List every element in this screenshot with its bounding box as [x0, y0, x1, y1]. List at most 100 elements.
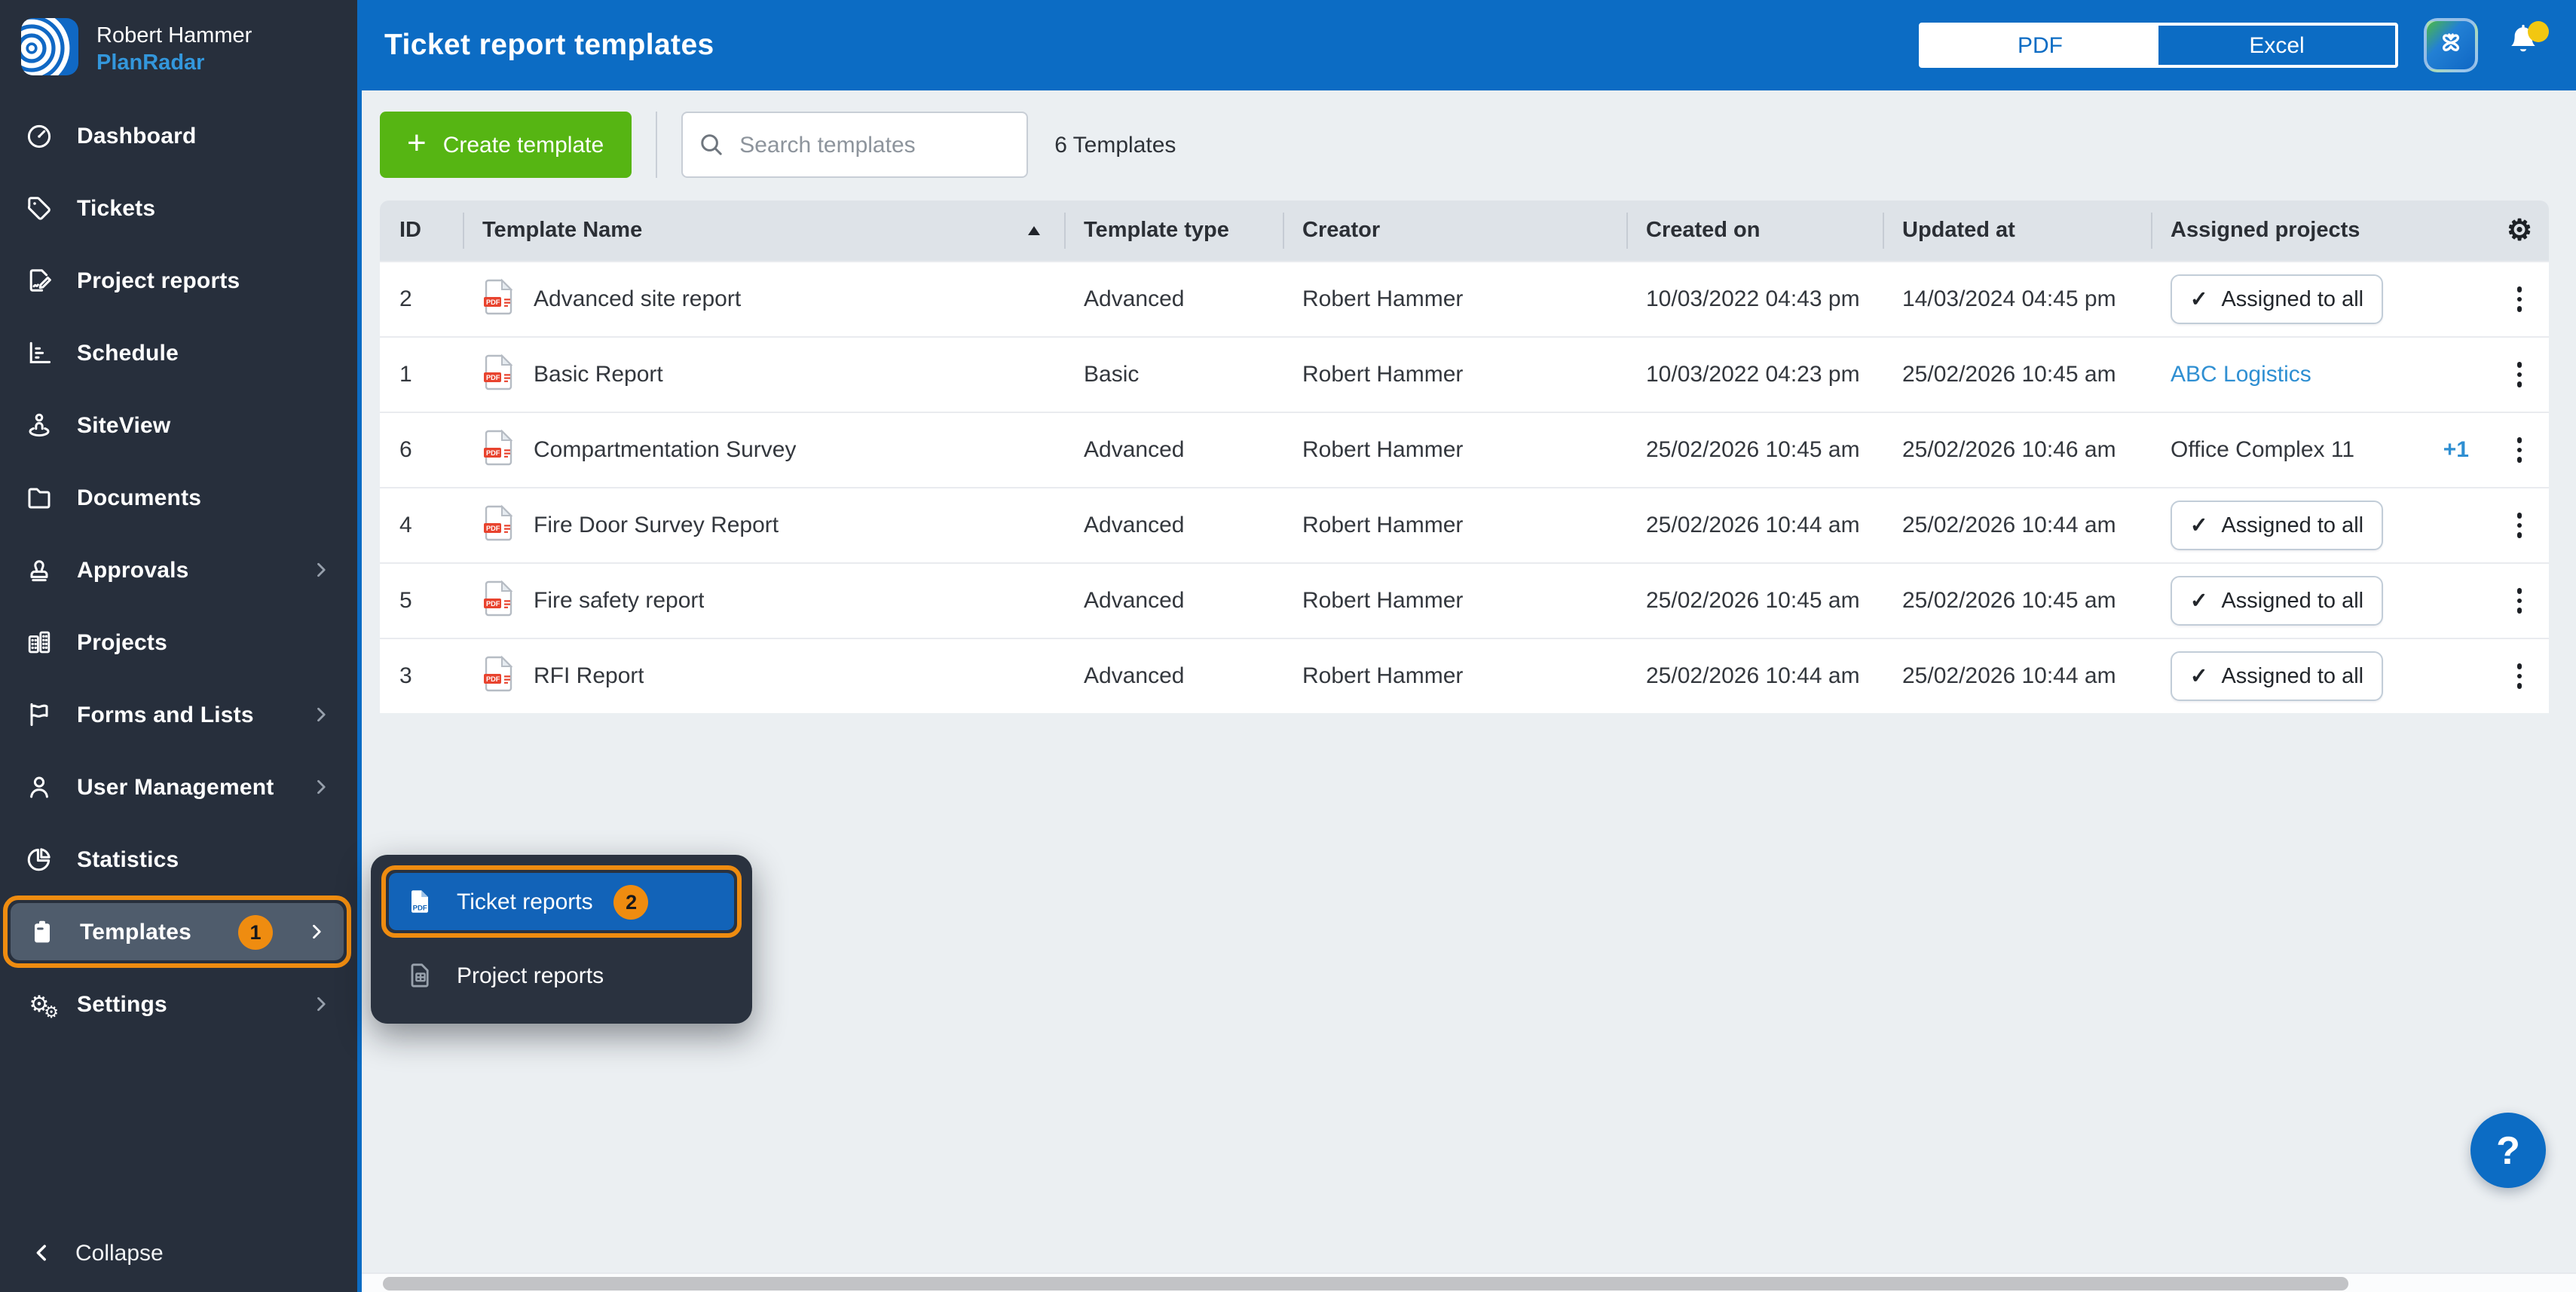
table-row[interactable]: 5 PDF Fire safety report Advanced Robert…: [380, 562, 2549, 638]
siteview-person-icon: [24, 410, 54, 440]
table-row[interactable]: 6 PDF Compartmentation Survey Advanced R…: [380, 412, 2549, 487]
assigned-to-all-chip[interactable]: ✓Assigned to all: [2171, 274, 2383, 324]
svg-text:PDF: PDF: [486, 449, 500, 456]
cell-template-type: Advanced: [1064, 513, 1283, 538]
kebab-menu-icon[interactable]: [2490, 363, 2549, 387]
sidebar-item-dashboard[interactable]: Dashboard: [0, 100, 357, 172]
column-header-updated-at[interactable]: Updated at: [1883, 201, 2151, 261]
table-row[interactable]: 4 PDF Fire Door Survey Report Advanced R…: [380, 487, 2549, 562]
sidebar-item-tickets[interactable]: Tickets: [0, 172, 357, 244]
sidebar-item-templates[interactable]: Templates 1: [3, 896, 351, 968]
account-block[interactable]: Robert Hammer PlanRadar: [0, 0, 357, 100]
format-option-excel[interactable]: Excel: [2158, 26, 2395, 65]
column-header-id[interactable]: ID: [380, 201, 463, 261]
cell-updated-at: 25/02/2026 10:46 am: [1883, 437, 2151, 463]
format-option-pdf[interactable]: PDF: [1922, 26, 2158, 65]
sidebar-item-label: User Management: [77, 774, 286, 800]
table-row[interactable]: 1 PDF Basic Report Basic Robert Hammer 1…: [380, 336, 2549, 412]
cell-assigned-projects: ABC Logistics: [2151, 362, 2490, 387]
cell-id: 3: [380, 663, 463, 689]
create-template-button[interactable]: + Create template: [380, 112, 631, 178]
sidebar-item-label: Approvals: [77, 557, 286, 583]
sidebar-item-approvals[interactable]: Approvals: [0, 534, 357, 606]
svg-text:PDF: PDF: [486, 599, 500, 607]
sidebar-item-schedule[interactable]: Schedule: [0, 317, 357, 389]
cell-updated-at: 25/02/2026 10:45 am: [1883, 588, 2151, 614]
templates-submenu: PDF Ticket reports 2 Project reports: [371, 855, 752, 1024]
table-header-row: ID Template Name Template type Creator C…: [380, 201, 2549, 261]
search-templates-input[interactable]: [681, 112, 1027, 178]
submenu-item-project-reports[interactable]: Project reports: [380, 942, 743, 1009]
notifications-button[interactable]: [2504, 23, 2543, 68]
kebab-menu-icon[interactable]: [2490, 438, 2549, 463]
collapse-sidebar-button[interactable]: Collapse: [0, 1214, 357, 1292]
chevron-left-icon: [27, 1238, 57, 1268]
assigned-to-all-chip[interactable]: ✓Assigned to all: [2171, 651, 2383, 701]
column-header-assigned-projects[interactable]: Assigned projects: [2151, 201, 2490, 261]
submenu-item-label: Project reports: [457, 963, 604, 988]
pie-chart-icon: [24, 844, 54, 874]
sidebar-item-label: Dashboard: [77, 123, 333, 148]
column-header-creator[interactable]: Creator: [1283, 201, 1626, 261]
svg-text:PDF: PDF: [486, 524, 500, 531]
sidebar-nav: Dashboard Tickets Project reports Schedu…: [0, 100, 357, 1040]
cell-template-type: Advanced: [1064, 588, 1283, 614]
cell-created-on: 25/02/2026 10:45 am: [1626, 588, 1883, 614]
kebab-menu-icon[interactable]: [2490, 287, 2549, 312]
kebab-menu-icon[interactable]: [2490, 513, 2549, 538]
more-projects-link[interactable]: +1: [2443, 437, 2469, 463]
assigned-to-all-chip[interactable]: ✓Assigned to all: [2171, 576, 2383, 626]
sidebar-item-siteview[interactable]: SiteView: [0, 389, 357, 461]
pdf-file-icon: PDF: [482, 277, 514, 322]
column-settings-cell: ⚙: [2490, 201, 2549, 261]
cell-id: 2: [380, 286, 463, 312]
check-icon: ✓: [2190, 286, 2207, 312]
marketplace-apps-button[interactable]: [2424, 18, 2478, 72]
table-settings-gear-icon[interactable]: ⚙: [2507, 216, 2532, 245]
buildings-icon: [24, 627, 54, 657]
cell-assigned-projects: ✓Assigned to all: [2151, 651, 2490, 701]
cell-creator: Robert Hammer: [1283, 437, 1626, 463]
kebab-menu-icon[interactable]: [2490, 589, 2549, 614]
content-area: + Create template 6 Templates ID Templat…: [362, 90, 2576, 1292]
brand-name: PlanRadar: [96, 50, 252, 77]
sidebar-item-projects[interactable]: Projects: [0, 606, 357, 678]
submenu-item-label: Ticket reports: [457, 889, 593, 914]
table-row[interactable]: 3 PDF RFI Report Advanced Robert Hammer …: [380, 638, 2549, 713]
tag-icon: [24, 193, 54, 223]
sidebar-item-forms-and-lists[interactable]: Forms and Lists: [0, 678, 357, 751]
sidebar-item-documents[interactable]: Documents: [0, 461, 357, 534]
pdf-file-icon: PDF: [482, 352, 514, 397]
search-icon: [697, 131, 724, 166]
kebab-menu-icon[interactable]: [2490, 664, 2549, 689]
column-header-template-type[interactable]: Template type: [1064, 201, 1283, 261]
gantt-chart-icon: [24, 338, 54, 368]
page-title: Ticket report templates: [384, 28, 1893, 63]
cell-assigned-projects: Office Complex 11 +1: [2151, 437, 2490, 463]
sidebar-item-label: Project reports: [77, 268, 333, 293]
user-icon: [24, 772, 54, 802]
assigned-to-all-chip[interactable]: ✓Assigned to all: [2171, 501, 2383, 550]
submenu-item-ticket-reports[interactable]: PDF Ticket reports 2: [381, 865, 742, 938]
assigned-project-link[interactable]: ABC Logistics: [2171, 362, 2311, 387]
horizontal-scrollbar-thumb[interactable]: [383, 1277, 2348, 1290]
cell-template-type: Advanced: [1064, 286, 1283, 312]
assigned-project-name: Office Complex 11: [2171, 437, 2354, 463]
column-header-template-name[interactable]: Template Name: [463, 201, 1064, 261]
column-header-created-on[interactable]: Created on: [1626, 201, 1883, 261]
cell-template-name: PDF RFI Report: [463, 654, 1064, 699]
sidebar-item-user-management[interactable]: User Management: [0, 751, 357, 823]
gauge-icon: [24, 121, 54, 151]
sidebar-item-statistics[interactable]: Statistics: [0, 823, 357, 896]
svg-text:PDF: PDF: [486, 298, 500, 305]
report-pencil-icon: [24, 265, 54, 295]
cell-actions: [2490, 589, 2549, 614]
help-button[interactable]: ?: [2470, 1113, 2546, 1188]
toolbar-divider: [655, 112, 656, 178]
folder-icon: [24, 482, 54, 513]
pdf-file-icon: PDF: [482, 654, 514, 699]
table-row[interactable]: 2 PDF Advanced site report Advanced Robe…: [380, 261, 2549, 336]
sidebar-item-label: Tickets: [77, 195, 333, 221]
sidebar-item-settings[interactable]: ⚙⚙ Settings: [0, 968, 357, 1040]
sidebar-item-project-reports[interactable]: Project reports: [0, 244, 357, 317]
